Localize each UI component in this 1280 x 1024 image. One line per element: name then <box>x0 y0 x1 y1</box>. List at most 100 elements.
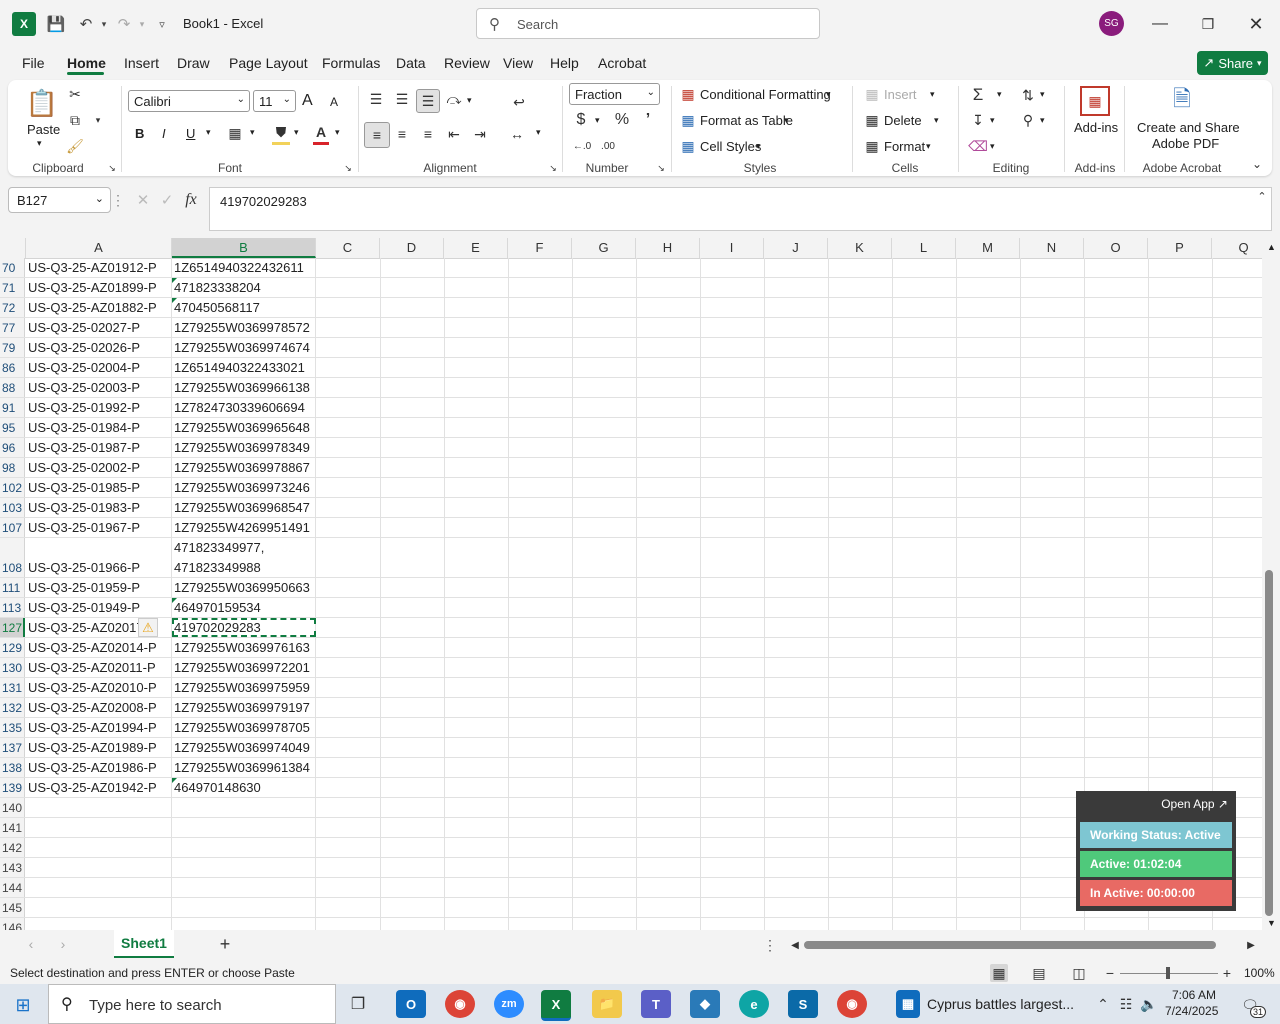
select-all-corner[interactable] <box>0 238 26 258</box>
row-header[interactable]: 137 <box>0 738 25 757</box>
collapse-ribbon-icon[interactable]: ⌄ <box>1250 157 1264 171</box>
cell-b[interactable]: 1Z79255W4269951491 <box>172 518 316 537</box>
align-center-icon[interactable]: ≡ <box>392 124 412 144</box>
cell-b[interactable]: 1Z79255W0369968547 <box>172 498 316 517</box>
underline-dropdown-icon[interactable]: ▾ <box>206 127 211 138</box>
windows-start-icon[interactable]: ⊞ <box>12 994 34 1016</box>
cell-a[interactable]: US-Q3-25-01984-P <box>26 418 172 437</box>
font-size-select[interactable]: 11 ⌄ <box>253 90 296 112</box>
cell-a[interactable]: US-Q3-25-02003-P <box>26 378 172 397</box>
row-header[interactable]: 102 <box>0 478 25 497</box>
worksheet-grid[interactable]: A B C D E F G H I J K L M N O P Q 108 US… <box>0 238 1262 930</box>
cell-a[interactable]: US-Q3-25-01966-P <box>26 538 172 577</box>
row-header[interactable]: 139 <box>0 778 25 797</box>
share-button[interactable]: ↗ Share ▾ <box>1197 51 1268 75</box>
taskbar-search-box[interactable]: ⚲ Type here to search <box>48 984 336 1024</box>
cell-b[interactable]: 1Z79255W0369950663 <box>172 578 316 597</box>
row-header[interactable]: 127 <box>0 618 25 637</box>
row-header[interactable]: 108 <box>0 538 25 577</box>
decrease-indent-icon[interactable]: ⇤ <box>444 124 464 144</box>
taskbar-time[interactable]: 7:06 AM <box>1172 988 1216 1002</box>
merge-dropdown-icon[interactable]: ▾ <box>536 127 541 138</box>
decrease-decimal-icon[interactable]: .00 <box>598 136 618 156</box>
cell-b[interactable]: 1Z6514940322432611 <box>172 258 316 277</box>
cell-b[interactable]: 1Z79255W0369973246 <box>172 478 316 497</box>
find-select-icon[interactable]: ⚲ <box>1018 110 1038 130</box>
cell-b[interactable]: 470450568117 <box>172 298 316 317</box>
column-header-f[interactable]: F <box>508 238 572 258</box>
tab-home[interactable]: Home <box>67 55 106 71</box>
zoom-level[interactable]: 100% <box>1244 966 1275 980</box>
number-launcher-icon[interactable]: ↘ <box>655 162 667 174</box>
cell-a[interactable]: US-Q3-25-01959-P <box>26 578 172 597</box>
scroll-down-icon[interactable]: ▼ <box>1267 918 1276 928</box>
alignment-launcher-icon[interactable]: ↘ <box>547 162 559 174</box>
next-sheet-icon[interactable]: › <box>56 936 70 952</box>
page-break-view-icon[interactable]: ◫ <box>1070 964 1088 982</box>
row-header[interactable]: 103 <box>0 498 25 517</box>
tab-formulas[interactable]: Formulas <box>322 55 380 71</box>
cell-a[interactable]: US-Q3-25-AZ01994-P <box>26 718 172 737</box>
cell-b[interactable]: 471823349977, 471823349988 <box>172 538 316 577</box>
align-middle-icon[interactable]: ☰ <box>392 89 412 109</box>
wrap-text-icon[interactable]: ↩ <box>508 91 530 113</box>
increase-decimal-icon[interactable]: ←.0 <box>572 136 592 156</box>
customize-quick-access-icon[interactable]: ▿ <box>150 12 174 36</box>
cell-a[interactable] <box>26 878 172 897</box>
column-header-h[interactable]: H <box>636 238 700 258</box>
teams-icon[interactable]: T <box>641 990 671 1018</box>
vertical-scrollbar[interactable]: ▲ ▼ <box>1262 238 1280 930</box>
delete-cells-button[interactable]: Delete <box>884 113 922 128</box>
currency-dropdown-icon[interactable]: ▾ <box>595 115 600 126</box>
cell-a[interactable]: US-Q3-25-01949-P <box>26 598 172 617</box>
column-header-p[interactable]: P <box>1148 238 1212 258</box>
row-header[interactable]: 145 <box>0 898 25 917</box>
row-header[interactable]: 77 <box>0 318 25 337</box>
align-top-icon[interactable]: ☰ <box>366 89 386 109</box>
clipboard-launcher-icon[interactable]: ↘ <box>106 162 118 174</box>
chevron-down-icon[interactable]: ▾ <box>784 115 789 126</box>
cell-a[interactable]: US-Q3-25-02004-P <box>26 358 172 377</box>
cell-a[interactable] <box>26 798 172 817</box>
chevron-up-icon[interactable]: ⌃ <box>1095 994 1111 1014</box>
network-icon[interactable]: ☷ <box>1117 994 1135 1014</box>
cell-b[interactable]: 1Z7824730339606694 <box>172 398 316 417</box>
font-color-icon[interactable]: A <box>313 122 329 145</box>
row-header[interactable]: 113 <box>0 598 25 617</box>
paste-dropdown-icon[interactable]: ▾ <box>37 138 42 149</box>
cell-a[interactable] <box>26 858 172 877</box>
open-app-link[interactable]: Open App ↗ <box>1161 797 1228 811</box>
scroll-left-icon[interactable]: ◀ <box>789 938 801 952</box>
cell-b[interactable] <box>172 798 316 817</box>
row-header[interactable]: 129 <box>0 638 25 657</box>
column-header-c[interactable]: C <box>316 238 380 258</box>
cell-a[interactable]: US-Q3-25-01987-P <box>26 438 172 457</box>
column-header-n[interactable]: N <box>1020 238 1084 258</box>
cell-a[interactable]: US-Q3-25-01992-P <box>26 398 172 417</box>
row-header[interactable]: 70 <box>0 258 25 277</box>
row-header[interactable]: 132 <box>0 698 25 717</box>
avatar[interactable]: SG <box>1099 11 1124 36</box>
normal-view-icon[interactable]: ▦ <box>990 964 1008 982</box>
currency-icon[interactable]: $ <box>572 111 590 129</box>
row-header[interactable]: 79 <box>0 338 25 357</box>
fill-color-icon[interactable]: ⛊ <box>272 122 290 145</box>
cell-b[interactable]: 1Z79255W0369979197 <box>172 698 316 717</box>
cell-b[interactable]: 1Z79255W0369978867 <box>172 458 316 477</box>
font-color-dropdown-icon[interactable]: ▾ <box>335 127 340 138</box>
font-name-select[interactable]: Calibri ⌄ <box>128 90 250 112</box>
tab-page-layout[interactable]: Page Layout <box>229 55 308 71</box>
row-header[interactable]: 86 <box>0 358 25 377</box>
create-share-pdf-line2[interactable]: Adobe PDF <box>1152 136 1219 151</box>
cell-a[interactable]: US-Q3-25-02002-P <box>26 458 172 477</box>
font-launcher-icon[interactable]: ↘ <box>342 162 354 174</box>
zoom-slider-handle[interactable] <box>1166 967 1170 979</box>
file-explorer-icon[interactable]: 📁 <box>592 990 622 1018</box>
borders-icon[interactable]: ▦ <box>226 124 244 142</box>
vertical-scroll-thumb[interactable] <box>1265 570 1273 916</box>
cell-b[interactable] <box>172 838 316 857</box>
zoom-in-icon[interactable]: + <box>1221 964 1233 982</box>
cell-a[interactable]: US-Q3-25-AZ02010-P <box>26 678 172 697</box>
orientation-icon[interactable]: ⤼ <box>444 89 464 109</box>
row-header[interactable]: 111 <box>0 578 25 597</box>
